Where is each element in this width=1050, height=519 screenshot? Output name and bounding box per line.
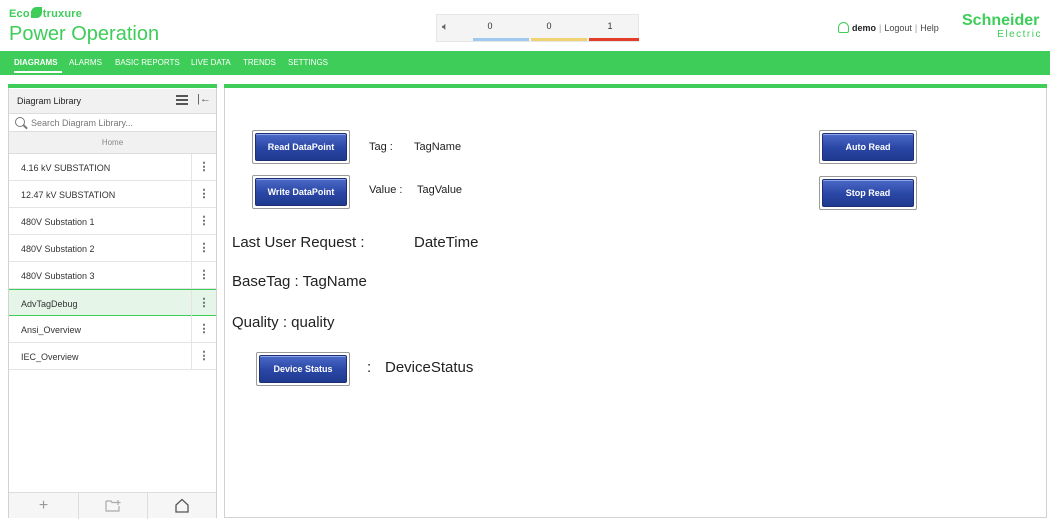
value-label: Value : [369,184,403,196]
brand-prefix: Eco [9,8,30,20]
stop-read-button[interactable]: Stop Read [819,176,917,210]
device-status-button[interactable]: Device Status [256,352,350,386]
collapse-panel-icon[interactable]: |← [197,93,211,105]
diagram-item-480v-substation-1[interactable]: 480V Substation 1 ⋮ [9,208,216,235]
alarm-high-indicator [589,38,639,41]
last-request-label: Last User Request : [232,234,365,251]
more-options-icon[interactable]: ⋮ [191,181,216,207]
nav-live-data[interactable]: LIVE DATA [191,58,231,67]
auto-read-button[interactable]: Auto Read [819,130,917,164]
more-options-icon[interactable]: ⋮ [191,154,216,180]
last-request-value: DateTime [414,234,479,251]
diagram-item-label: Ansi_Overview [21,325,82,335]
breadcrumb-home[interactable]: Home [9,132,216,154]
alarm-low-indicator [473,38,529,41]
more-options-icon[interactable]: ⋮ [191,316,216,342]
app-title: Power Operation [9,23,160,45]
device-status-value: DeviceStatus [385,359,474,376]
more-options-icon[interactable]: ⋮ [191,262,216,288]
brand-suffix: truxure [42,8,83,20]
nav-trends[interactable]: TRENDS [243,58,276,67]
logout-link[interactable]: Logout [884,23,912,33]
diagram-library-footer: + [9,492,216,519]
nav-alarms[interactable]: ALARMS [69,58,102,67]
user-icon [838,22,849,33]
diagram-item-label: 12.47 kV SUBSTATION [21,190,116,200]
nav-diagrams[interactable]: DIAGRAMS [14,58,58,67]
diagram-canvas: Read DataPoint Tag : TagName Write DataP… [224,84,1047,518]
user-menu: demo | Logout | Help [838,22,939,33]
diagram-item-label: 480V Substation 3 [21,271,95,281]
nav-basic-reports[interactable]: BASIC REPORTS [115,58,180,67]
hamburger-menu-icon[interactable] [176,95,188,105]
more-options-icon[interactable]: ⋮ [191,290,216,316]
app-header: Eco truxure Power Operation 🔈︎ 0 0 1 demo… [0,0,1050,50]
value-value: TagValue [417,184,463,196]
more-options-icon[interactable]: ⋮ [191,343,216,369]
help-link[interactable]: Help [920,23,939,33]
diagram-item-iec-overview[interactable]: IEC_Overview ⋮ [9,343,216,370]
alarm-count-low[interactable]: 0 [480,21,500,31]
search-icon [15,117,25,127]
tag-label: Tag : [369,141,393,153]
diagram-item-480v-substation-2[interactable]: 480V Substation 2 ⋮ [9,235,216,262]
device-status-separator: : [367,359,372,376]
new-folder-icon[interactable] [78,493,147,519]
logo-top-text: Schneider [962,12,1040,29]
diagram-item-advtagdebug[interactable]: AdvTagDebug ⋮ [9,289,216,316]
diagram-item-label: AdvTagDebug [21,299,78,309]
alarm-medium-indicator [531,38,587,41]
separator: | [879,23,882,33]
ecostruxure-logo: Eco truxure [9,7,82,20]
diagram-item-ansi-overview[interactable]: Ansi_Overview ⋮ [9,316,216,343]
diagram-item-label: 480V Substation 2 [21,244,95,254]
logo-bottom-text: Electric [997,29,1042,40]
diagram-search [9,114,216,132]
plus-icon[interactable]: + [9,493,78,519]
alarm-count-medium[interactable]: 0 [539,21,559,31]
write-datapoint-button[interactable]: Write DataPoint [252,175,350,209]
diagram-search-input[interactable] [31,116,211,130]
active-tab-indicator [14,71,62,73]
alarm-count-high[interactable]: 1 [600,21,620,31]
tag-value: TagName [414,141,462,153]
diagram-list: 4.16 kV SUBSTATION ⋮ 12.47 kV SUBSTATION… [9,154,216,370]
schneider-electric-logo: Schneider Electric [962,12,1042,41]
nav-settings[interactable]: SETTINGS [288,58,328,67]
main-nav: DIAGRAMS ALARMS BASIC REPORTS LIVE DATA … [0,51,1050,75]
quality-text: Quality : quality [232,314,335,331]
diagram-library-header: Diagram Library |← [9,89,216,114]
username-link[interactable]: demo [852,23,876,33]
read-datapoint-button[interactable]: Read DataPoint [252,130,350,164]
diagram-item-label: IEC_Overview [21,352,79,362]
leaf-icon [30,7,42,18]
speaker-icon[interactable]: 🔈︎ [442,21,449,34]
more-options-icon[interactable]: ⋮ [191,208,216,234]
diagram-item-480v-substation-3[interactable]: 480V Substation 3 ⋮ [9,262,216,289]
basetag-text: BaseTag : TagName [232,273,367,290]
alarm-banner[interactable]: 🔈︎ 0 0 1 [436,14,639,42]
home-icon[interactable] [147,493,216,519]
diagram-item-label: 480V Substation 1 [21,217,95,227]
diagram-item-12-47kv-substation[interactable]: 12.47 kV SUBSTATION ⋮ [9,181,216,208]
separator: | [914,23,918,33]
diagram-item-label: 4.16 kV SUBSTATION [21,163,111,173]
diagram-item-4-16kv-substation[interactable]: 4.16 kV SUBSTATION ⋮ [9,154,216,181]
more-options-icon[interactable]: ⋮ [191,235,216,261]
diagram-library-panel: Diagram Library |← Home 4.16 kV SUBSTATI… [8,84,217,519]
diagram-library-title: Diagram Library [17,96,82,106]
